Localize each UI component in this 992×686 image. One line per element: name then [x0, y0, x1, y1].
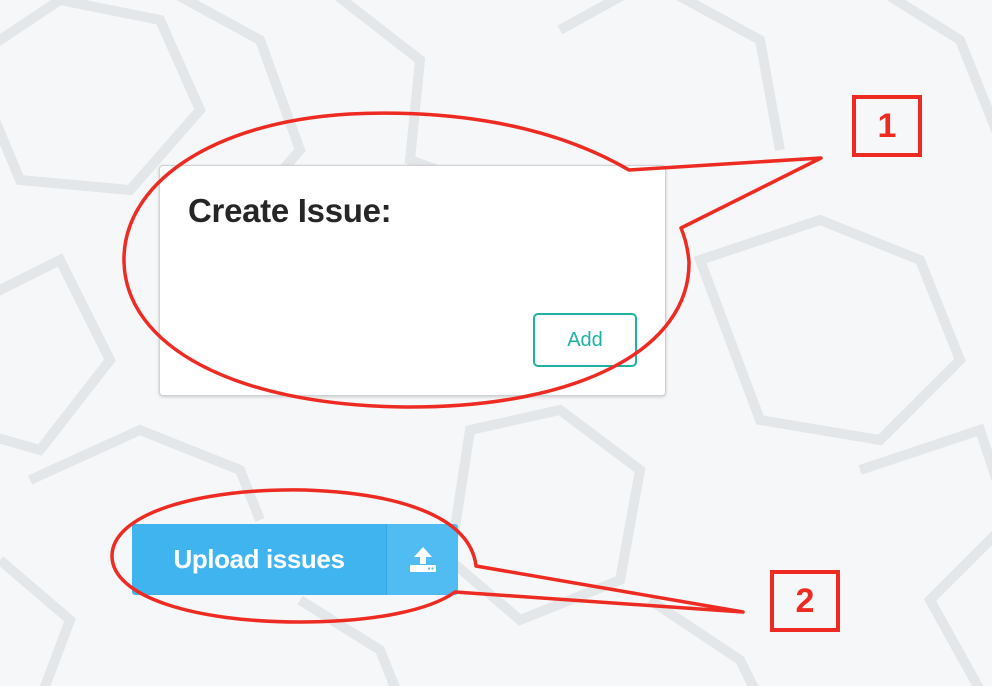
callout-number-2: 2 — [770, 570, 840, 632]
upload-icon — [409, 546, 436, 572]
create-issue-card: Create Issue: Add — [159, 165, 666, 396]
add-button[interactable]: Add — [533, 313, 637, 367]
upload-issues-button[interactable]: Upload issues — [132, 524, 386, 595]
upload-issues-group: Upload issues — [132, 524, 458, 595]
upload-icon-button[interactable] — [386, 524, 458, 595]
callout-number-1: 1 — [852, 95, 922, 157]
create-issue-title: Create Issue: — [188, 192, 392, 229]
